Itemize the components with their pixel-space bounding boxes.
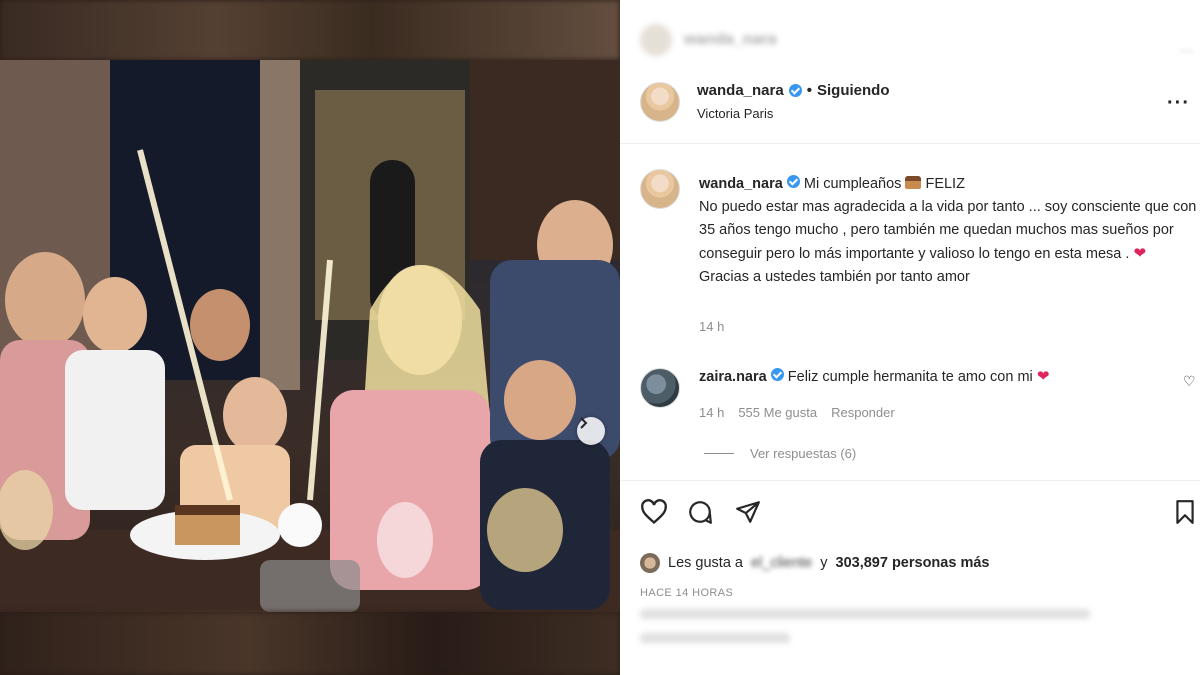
divider-line — [704, 453, 734, 454]
chevron-right-icon — [580, 417, 588, 429]
next-photo-button[interactable] — [577, 417, 605, 445]
reply-button[interactable]: Responder — [831, 405, 895, 420]
caption-title: Mi cumpleaños — [803, 176, 902, 192]
photo-illustration — [0, 60, 620, 612]
boy-2-face — [504, 360, 576, 440]
blurred-background-bottom — [0, 612, 620, 675]
post-photo-pane — [0, 0, 620, 675]
likes-prefix: Les gusta a — [668, 555, 743, 571]
post-photo[interactable] — [0, 60, 620, 612]
reply-author[interactable]: zaira.nara — [699, 369, 767, 385]
caption: wanda_nara Mi cumpleaños FELIZ No puedo … — [699, 173, 1199, 289]
reply-author-avatar[interactable] — [640, 368, 680, 408]
reply-comment: zaira.nara Feliz cumple hermanita te amo… — [699, 367, 1049, 385]
caption-time: 14 h — [699, 319, 725, 334]
person-1-face — [5, 252, 85, 348]
reply-likes[interactable]: 555 Me gusta — [738, 405, 817, 420]
post-header: wanda_nara • Siguiendo Victoria Paris ··… — [620, 60, 1200, 144]
reply-meta: 14 h 555 Me gusta Responder — [699, 405, 895, 420]
caption-author-avatar[interactable] — [640, 169, 680, 209]
author-username[interactable]: wanda_nara — [697, 82, 784, 99]
man-face — [190, 289, 250, 361]
cake-top — [175, 505, 240, 515]
share-icon[interactable] — [734, 499, 762, 525]
like-comment-heart-icon[interactable]: ♡ — [1183, 373, 1196, 390]
post-location[interactable]: Victoria Paris — [697, 106, 773, 121]
view-replies-label: Ver respuestas (6) — [750, 446, 857, 461]
reply-time: 14 h — [699, 405, 725, 420]
comment-icon[interactable] — [686, 499, 714, 525]
caption-body-2: Gracias a ustedes también por tanto amor — [699, 269, 970, 285]
verified-badge-icon — [770, 368, 784, 381]
author-avatar[interactable] — [640, 82, 680, 122]
post-side-panel: wanda_nara ··· wanda_nara • Siguiendo Vi… — [620, 0, 1200, 675]
cake-icon — [905, 176, 922, 189]
child-2-face — [223, 377, 287, 453]
post-actions: Les gusta a el_cliente y 303,897 persona… — [620, 480, 1200, 675]
bookmark-icon[interactable] — [1172, 499, 1198, 525]
caption-author[interactable]: wanda_nara — [699, 176, 783, 192]
blurred-avatar — [640, 24, 672, 56]
cup — [278, 503, 322, 547]
more-options-icon[interactable]: ··· — [1167, 92, 1190, 115]
water-glass — [377, 502, 433, 578]
likes-summary: Les gusta a el_cliente y 303,897 persona… — [640, 553, 989, 573]
blurred-next-content — [640, 609, 1140, 669]
comments-section: wanda_nara Mi cumpleaños FELIZ No puedo … — [620, 145, 1200, 480]
wine-glass-right — [487, 488, 563, 572]
verified-badge-icon — [788, 84, 802, 97]
child-1-face — [83, 277, 147, 353]
likes-count[interactable]: 303,897 personas más — [836, 555, 990, 571]
ice-bucket — [260, 560, 360, 612]
reply-body: Feliz cumple hermanita te amo con mi — [787, 369, 1033, 385]
view-replies-button[interactable]: Ver respuestas (6) — [704, 446, 856, 461]
heart-icon[interactable] — [640, 499, 668, 525]
separator-dot: • — [806, 82, 812, 99]
blurred-previous-header: wanda_nara — [640, 20, 1200, 60]
window-frame — [260, 60, 300, 390]
heart-icon: ❤ — [1133, 245, 1147, 262]
verified-badge-icon — [786, 175, 800, 188]
liker-avatar — [640, 553, 660, 573]
blurred-liker-name[interactable]: el_cliente — [751, 555, 812, 571]
caption-body: No puedo estar mas agradecida a la vida … — [699, 199, 1197, 262]
heart-icon: ❤ — [1036, 368, 1050, 385]
blurred-dots: ··· — [1180, 42, 1194, 58]
child-1-shirt — [65, 350, 165, 510]
likes-and: y — [820, 555, 828, 571]
blurred-background-top — [0, 0, 620, 60]
author-row: wanda_nara • Siguiendo — [697, 82, 889, 99]
caption-title-2: FELIZ — [925, 176, 965, 192]
blurred-header-text: wanda_nara — [684, 31, 777, 48]
following-button[interactable]: Siguiendo — [817, 82, 890, 99]
post-time: HACE 14 HORAS — [640, 587, 734, 599]
